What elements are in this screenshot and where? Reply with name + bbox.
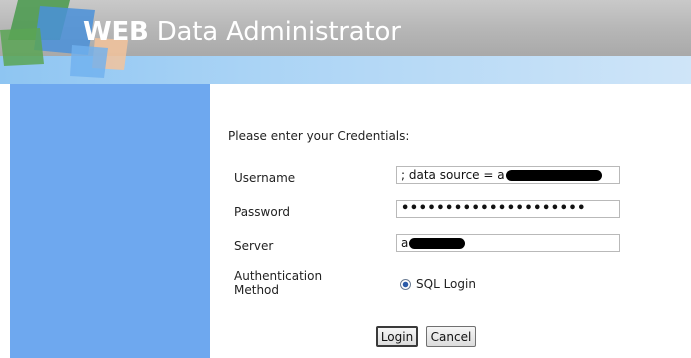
sql-login-label: SQL Login [416,277,476,291]
password-field[interactable]: ••••••••••••••••••••• [396,200,620,218]
server-value: a [401,236,409,250]
auth-method-label: Authentication Method [234,269,322,297]
radio-selected-icon[interactable] [400,278,411,290]
username-field[interactable]: ; data source = a [396,166,620,184]
app-header: WEB Data Administrator [0,0,691,84]
sidebar [10,84,210,358]
credentials-prompt: Please enter your Credentials: [228,129,410,143]
login-button[interactable]: Login [376,326,418,347]
sql-login-option[interactable]: SQL Login [400,277,476,291]
password-value: ••••••••••••••••••••• [401,201,586,216]
login-panel: Please enter your Credentials: Username … [210,84,691,358]
password-label: Password [234,205,291,219]
redaction-mark [505,169,602,181]
server-field[interactable]: a [396,234,620,252]
redaction-mark [409,237,466,249]
app-title-rest: Data Administrator [148,17,401,47]
username-label: Username [234,171,296,185]
auth-method-label-line2: Method [234,283,280,297]
cancel-button[interactable]: Cancel [426,326,476,347]
auth-method-label-line1: Authentication [234,269,323,283]
app-title: WEB Data Administrator [83,17,401,47]
left-margin [0,84,10,358]
server-label: Server [234,239,274,253]
app-title-bold: WEB [83,17,149,47]
username-value: ; data source = a [401,168,505,182]
